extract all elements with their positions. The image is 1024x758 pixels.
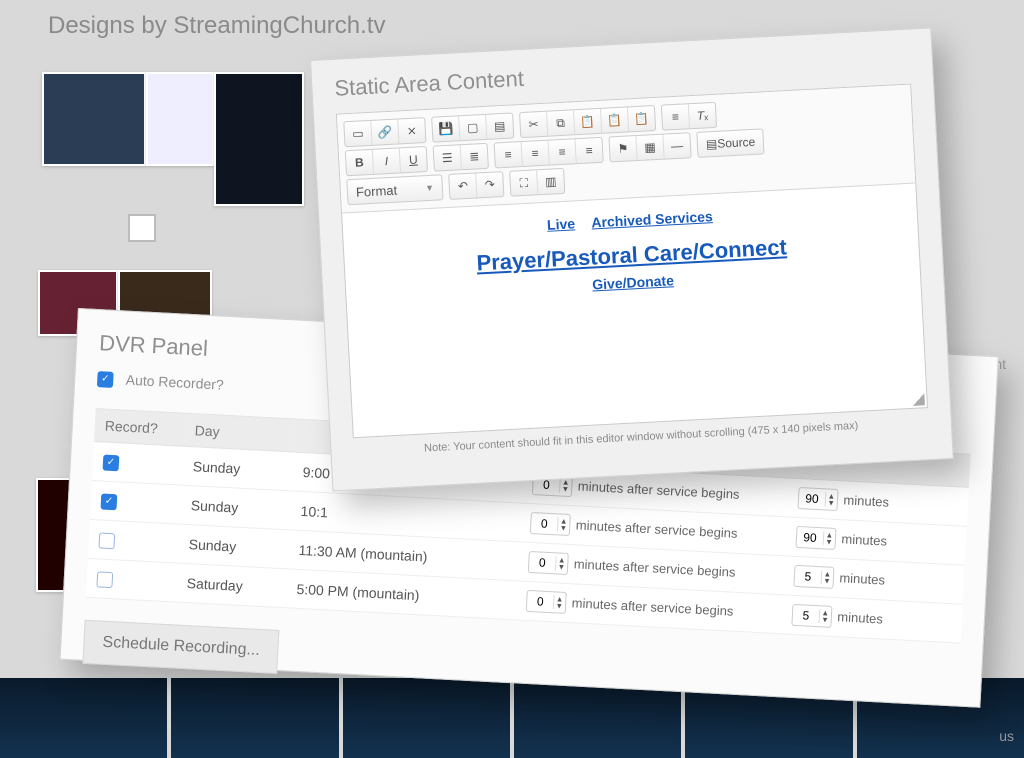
- align-justify-icon[interactable]: ≡: [576, 138, 603, 163]
- day-cell: Saturday: [176, 563, 288, 608]
- maximize-icon[interactable]: ⛶: [510, 170, 538, 195]
- cut-icon[interactable]: ✂: [520, 112, 548, 137]
- after-begins-label: minutes after service begins: [573, 556, 735, 579]
- minutes-label: minutes: [839, 570, 885, 587]
- copy-icon[interactable]: ⧉: [547, 110, 575, 135]
- stepper-arrows-icon[interactable]: ▴▾: [559, 478, 571, 493]
- record-checkbox[interactable]: ✓: [101, 493, 118, 510]
- live-link[interactable]: Live: [547, 215, 576, 232]
- after-begins-label: minutes after service begins: [571, 595, 733, 618]
- truncated-text: us: [999, 728, 1014, 744]
- paste-text-icon[interactable]: 📋: [601, 107, 629, 132]
- editor-content-area[interactable]: Live Archived Services Prayer/Pastoral C…: [342, 183, 927, 437]
- archived-services-link[interactable]: Archived Services: [591, 208, 713, 230]
- minutes-label: minutes: [843, 492, 889, 509]
- save-icon[interactable]: 💾: [432, 116, 460, 141]
- offset-stepper[interactable]: ▴▾: [530, 512, 571, 536]
- offset-stepper[interactable]: ▴▾: [528, 551, 569, 575]
- align-center-icon[interactable]: ≡: [522, 141, 550, 166]
- align-right-icon[interactable]: ≡: [549, 139, 577, 164]
- indent-icon[interactable]: ≡: [662, 104, 690, 129]
- record-checkbox[interactable]: [96, 571, 113, 588]
- numbered-list-icon[interactable]: ☰: [434, 145, 462, 170]
- day-cell: Sunday: [178, 524, 290, 569]
- chevron-down-icon: ▼: [425, 183, 434, 193]
- preview-icon[interactable]: ▤: [486, 113, 513, 138]
- duration-stepper[interactable]: ▴▾: [795, 526, 836, 550]
- rich-text-editor: ▭ 🔗 ⨯ 💾 ▢ ▤ ✂ ⧉ 📋 📋 📋: [336, 84, 928, 439]
- resize-grip-icon[interactable]: [912, 393, 925, 406]
- auto-recorder-checkbox[interactable]: ✓: [97, 371, 114, 388]
- design-thumb[interactable]: [0, 678, 167, 758]
- stepper-arrows-icon[interactable]: ▴▾: [553, 595, 565, 610]
- new-page-icon[interactable]: ▢: [459, 115, 487, 140]
- underline-button[interactable]: U: [400, 147, 427, 172]
- record-checkbox[interactable]: ✓: [103, 454, 120, 471]
- after-begins-label: minutes after service begins: [578, 478, 740, 501]
- bold-button[interactable]: B: [346, 150, 374, 175]
- offset-input[interactable]: [527, 594, 554, 609]
- italic-button[interactable]: I: [373, 148, 401, 173]
- duration-input[interactable]: [797, 530, 824, 545]
- align-left-icon[interactable]: ≡: [495, 142, 523, 167]
- offset-input[interactable]: [531, 516, 558, 531]
- static-area-panel: Static Area Content ▭ 🔗 ⨯ 💾 ▢ ▤ ✂: [310, 27, 954, 491]
- duration-input[interactable]: [795, 569, 822, 584]
- record-checkbox[interactable]: [98, 532, 115, 549]
- stepper-arrows-icon[interactable]: ▴▾: [821, 570, 833, 585]
- table-icon[interactable]: ▦: [636, 135, 664, 160]
- stepper-arrows-icon[interactable]: ▴▾: [557, 517, 569, 532]
- paste-word-icon[interactable]: 📋: [628, 106, 655, 131]
- design-thumb[interactable]: [214, 72, 304, 206]
- redo-icon[interactable]: ↷: [476, 172, 503, 197]
- day-cell: Sunday: [182, 446, 294, 491]
- image-icon[interactable]: ▭: [344, 121, 372, 146]
- col-record: Record?: [94, 409, 186, 447]
- duration-input[interactable]: [799, 491, 826, 506]
- stepper-arrows-icon[interactable]: ▴▾: [823, 531, 835, 546]
- format-dropdown[interactable]: Format▼: [346, 174, 443, 205]
- source-button[interactable]: ▤ Source: [697, 129, 764, 156]
- pager-dot[interactable]: [128, 214, 156, 242]
- hr-icon[interactable]: —: [663, 133, 690, 158]
- schedule-recording-button[interactable]: Schedule Recording...: [82, 620, 279, 674]
- day-cell: Sunday: [180, 485, 292, 530]
- remove-format-icon[interactable]: Tₓ: [689, 103, 716, 128]
- duration-stepper[interactable]: ▴▾: [791, 604, 832, 628]
- offset-stepper[interactable]: ▴▾: [526, 590, 567, 614]
- minutes-label: minutes: [841, 531, 887, 548]
- design-thumb[interactable]: [42, 72, 146, 166]
- after-begins-label: minutes after service begins: [575, 517, 737, 540]
- stepper-arrows-icon[interactable]: ▴▾: [819, 609, 831, 624]
- give-donate-link[interactable]: Give/Donate: [592, 272, 674, 292]
- flash-icon[interactable]: ⚑: [609, 136, 637, 161]
- stepper-arrows-icon[interactable]: ▴▾: [825, 492, 837, 507]
- minutes-label: minutes: [837, 609, 883, 626]
- duration-stepper[interactable]: ▴▾: [793, 565, 834, 589]
- undo-icon[interactable]: ↶: [449, 173, 477, 198]
- duration-stepper[interactable]: ▴▾: [797, 487, 838, 511]
- page-title: Designs by StreamingChurch.tv: [48, 12, 385, 40]
- stepper-arrows-icon[interactable]: ▴▾: [555, 556, 567, 571]
- bullet-list-icon[interactable]: ≣: [461, 144, 488, 169]
- link-icon[interactable]: 🔗: [371, 119, 399, 144]
- offset-input[interactable]: [529, 555, 556, 570]
- paste-icon[interactable]: 📋: [574, 109, 602, 134]
- unlink-icon[interactable]: ⨯: [398, 118, 425, 143]
- duration-input[interactable]: [793, 608, 820, 623]
- auto-recorder-label: Auto Recorder?: [125, 372, 224, 393]
- show-blocks-icon[interactable]: ▥: [537, 169, 564, 194]
- design-thumb[interactable]: [146, 72, 214, 166]
